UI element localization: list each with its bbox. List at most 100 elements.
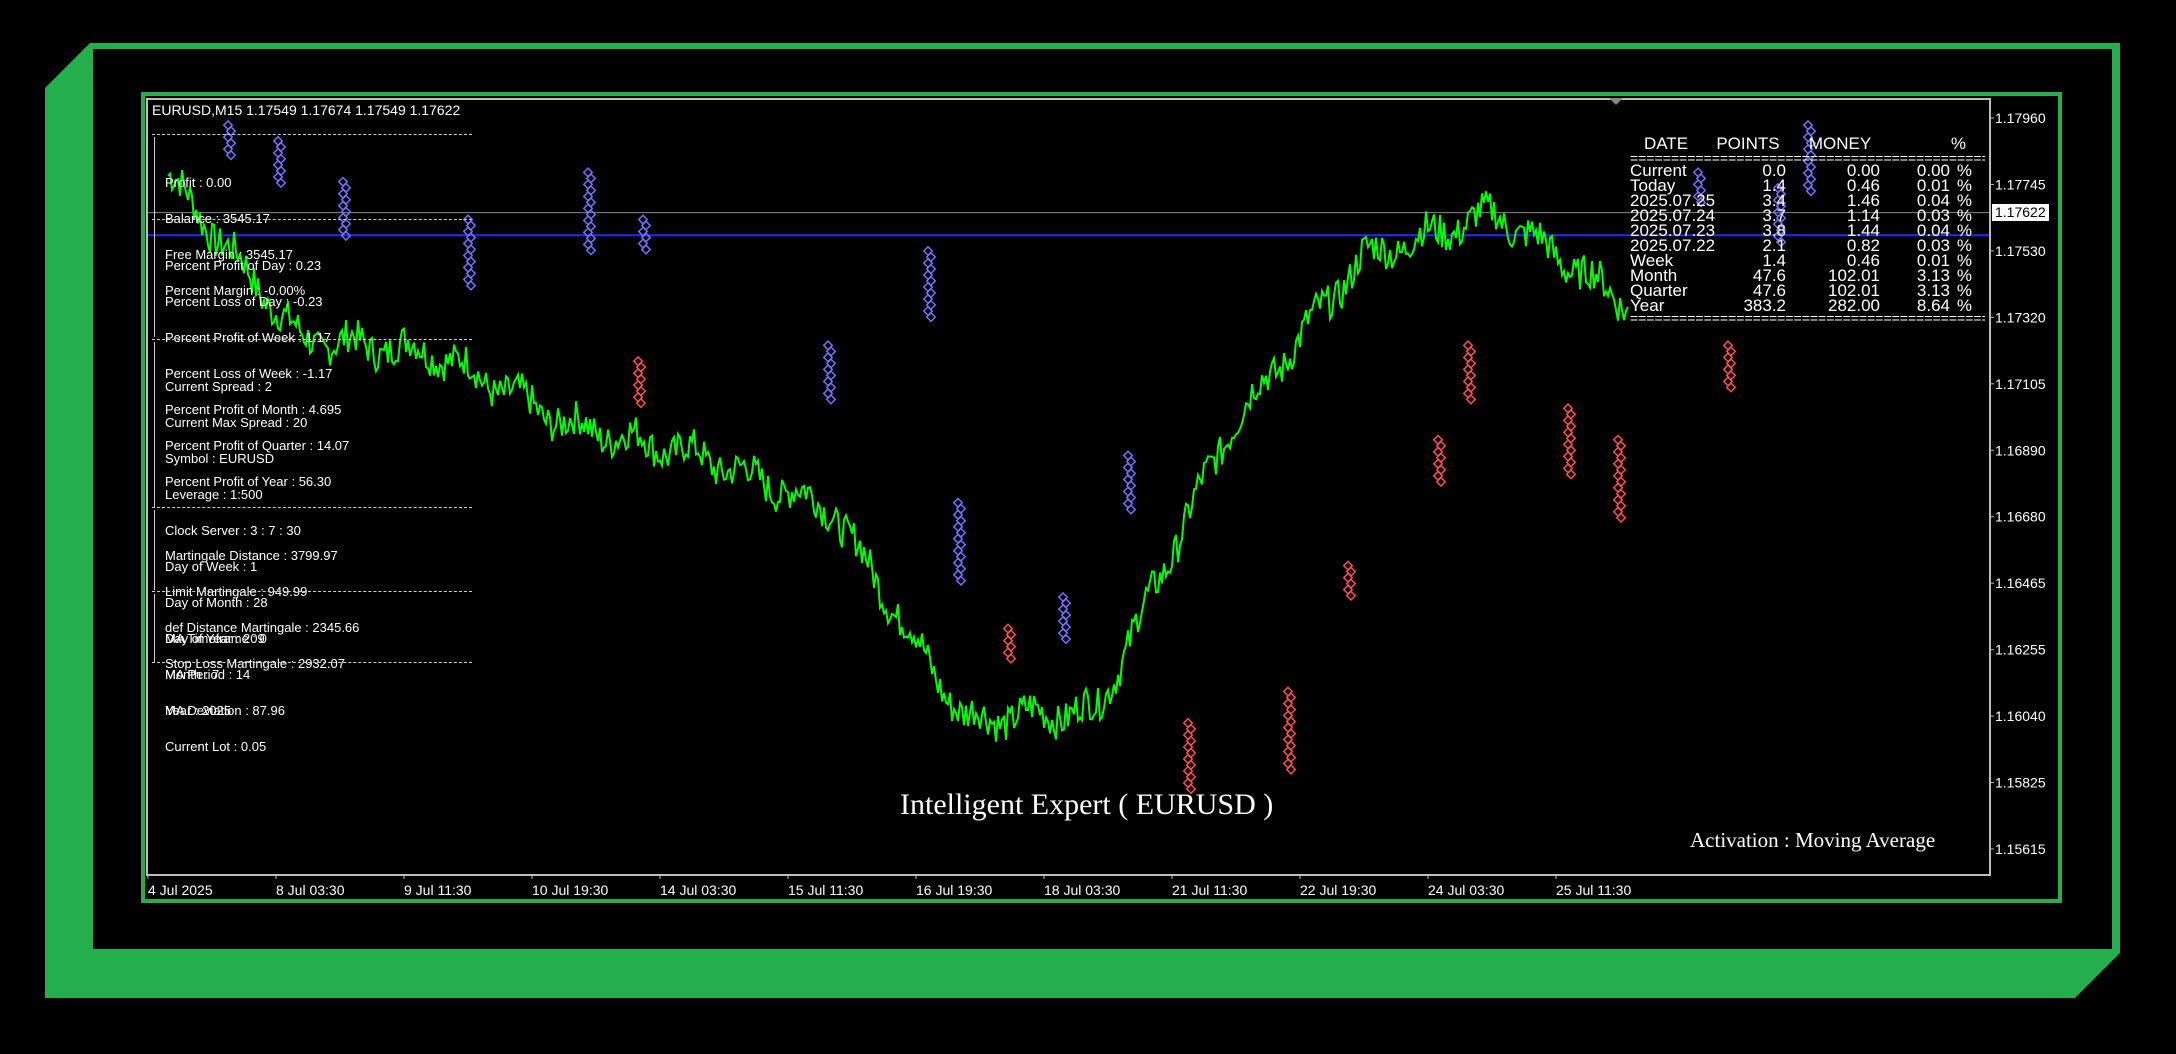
price-tick-label: 1.15615 [1995,841,2046,857]
buy-marker-icon [582,191,594,202]
sell-marker-icon [1562,451,1574,462]
time-tick-label: 22 Jul 19:30 [1300,882,1376,898]
buy-marker-icon [955,563,967,575]
sell-marker-icon [1345,566,1357,577]
sell-marker-icon [1342,584,1354,595]
buy-marker-icon [822,352,834,363]
limit-martingale-label: Limit Martingale : 949.99 [165,584,308,599]
sell-marker-icon [1615,500,1627,512]
buy-marker-icon [1057,627,1069,639]
buy-marker-icon [585,185,597,196]
buy-marker-icon [275,141,287,153]
row-money: 282.00 [1828,296,1880,315]
sell-marker-icon [1342,560,1354,571]
sell-marker-icon [1615,488,1627,500]
sell-marker-icon [1725,382,1737,393]
time-tick-label: 24 Jul 03:30 [1428,882,1504,898]
ma-deviation-label: MA Deviation : 87.96 [165,703,285,718]
buy-marker-icon [1802,119,1814,131]
price-tick-label: 1.17320 [1995,309,2046,325]
buy-marker-icon [340,206,352,218]
buy-marker-icon [582,167,594,178]
sell-marker-icon [1005,653,1017,664]
sell-marker-icon [1462,340,1474,351]
price-tick-label: 1.16890 [1995,442,2046,458]
buy-marker-icon [640,244,652,255]
sell-marker-icon [1345,578,1357,589]
buy-marker-icon [955,527,967,539]
sell-marker-icon [1432,446,1444,458]
sell-marker-icon [1722,340,1734,351]
sell-marker-icon [1285,716,1297,727]
sell-marker-icon [1722,364,1734,375]
header-points: POINTS [1716,134,1780,153]
buy-marker-icon [1125,456,1137,467]
price-tick-label: 1.17530 [1995,243,2046,259]
sell-marker-icon [632,367,644,379]
sell-marker-icon [635,373,647,385]
sell-marker-icon [1435,464,1447,476]
price-line [167,170,1629,742]
sell-marker-icon [1612,458,1624,470]
table-row: Year 383.2 282.00 8.64% [1630,296,1985,315]
sell-marker-icon [1725,358,1737,369]
price-tick-label: 1.16040 [1995,708,2046,724]
time-tick-label: 15 Jul 11:30 [788,882,863,898]
panel-divider [154,222,155,337]
sell-marker-icon [1282,686,1294,697]
buy-marker-icon [1057,591,1069,603]
sell-marker-icon [1282,734,1294,745]
buy-marker-icon [925,251,937,263]
buy-marker-icon [1122,498,1134,509]
sell-marker-icon [1562,439,1574,450]
sell-marker-icon [1462,376,1474,387]
buy-marker-icon [955,551,967,563]
buy-marker-icon [952,497,964,509]
header-percent: % [1950,134,1966,153]
sell-marker-icon [1435,476,1447,488]
buy-marker-icon [822,388,834,399]
sell-marker-icon [1005,641,1017,652]
sell-marker-icon [1612,494,1624,506]
sell-marker-icon [1565,457,1577,468]
buy-marker-icon [582,239,594,250]
separator [152,591,472,592]
sell-marker-icon [1185,747,1197,759]
sell-marker-icon [1282,746,1294,757]
sell-marker-icon [1002,623,1014,634]
buy-marker-icon [1060,609,1072,621]
buy-marker-icon [637,238,649,249]
buy-marker-icon [922,269,934,281]
buy-marker-icon [955,515,967,527]
separator [152,662,472,663]
martingale-distance-label: Martingale Distance : 3799.97 [165,548,338,563]
buy-marker-icon [922,257,934,269]
buy-marker-icon [952,557,964,569]
sell-marker-icon [1185,723,1197,735]
sell-marker-icon [1565,409,1577,420]
sell-marker-icon [1615,464,1627,476]
buy-marker-icon [582,215,594,226]
buy-marker-icon [925,299,937,311]
sell-marker-icon [1462,364,1474,375]
sell-marker-icon [1182,717,1194,729]
sell-marker-icon [1182,777,1194,789]
sell-marker-icon [1615,476,1627,488]
buy-marker-icon [340,194,352,206]
buy-marker-icon [922,245,934,257]
buy-marker-icon [922,305,934,317]
sell-marker-icon [1282,722,1294,733]
sell-marker-icon [1465,358,1477,369]
sell-marker-icon [1435,440,1447,452]
price-tick-label: 1.15825 [1995,775,2046,791]
ma-block: MA Timeframe : 0 MA Period : 14 MA Devia… [165,609,285,729]
buy-marker-icon [952,521,964,533]
buy-marker-icon [952,545,964,557]
time-tick-label: 10 Jul 19:30 [532,882,608,898]
sell-marker-icon [1285,752,1297,763]
buy-marker-icon [585,221,597,232]
shift-triangle-icon[interactable] [1609,98,1623,105]
separator [152,219,472,220]
sell-marker-icon [1722,376,1734,387]
sell-marker-icon [1722,352,1734,363]
